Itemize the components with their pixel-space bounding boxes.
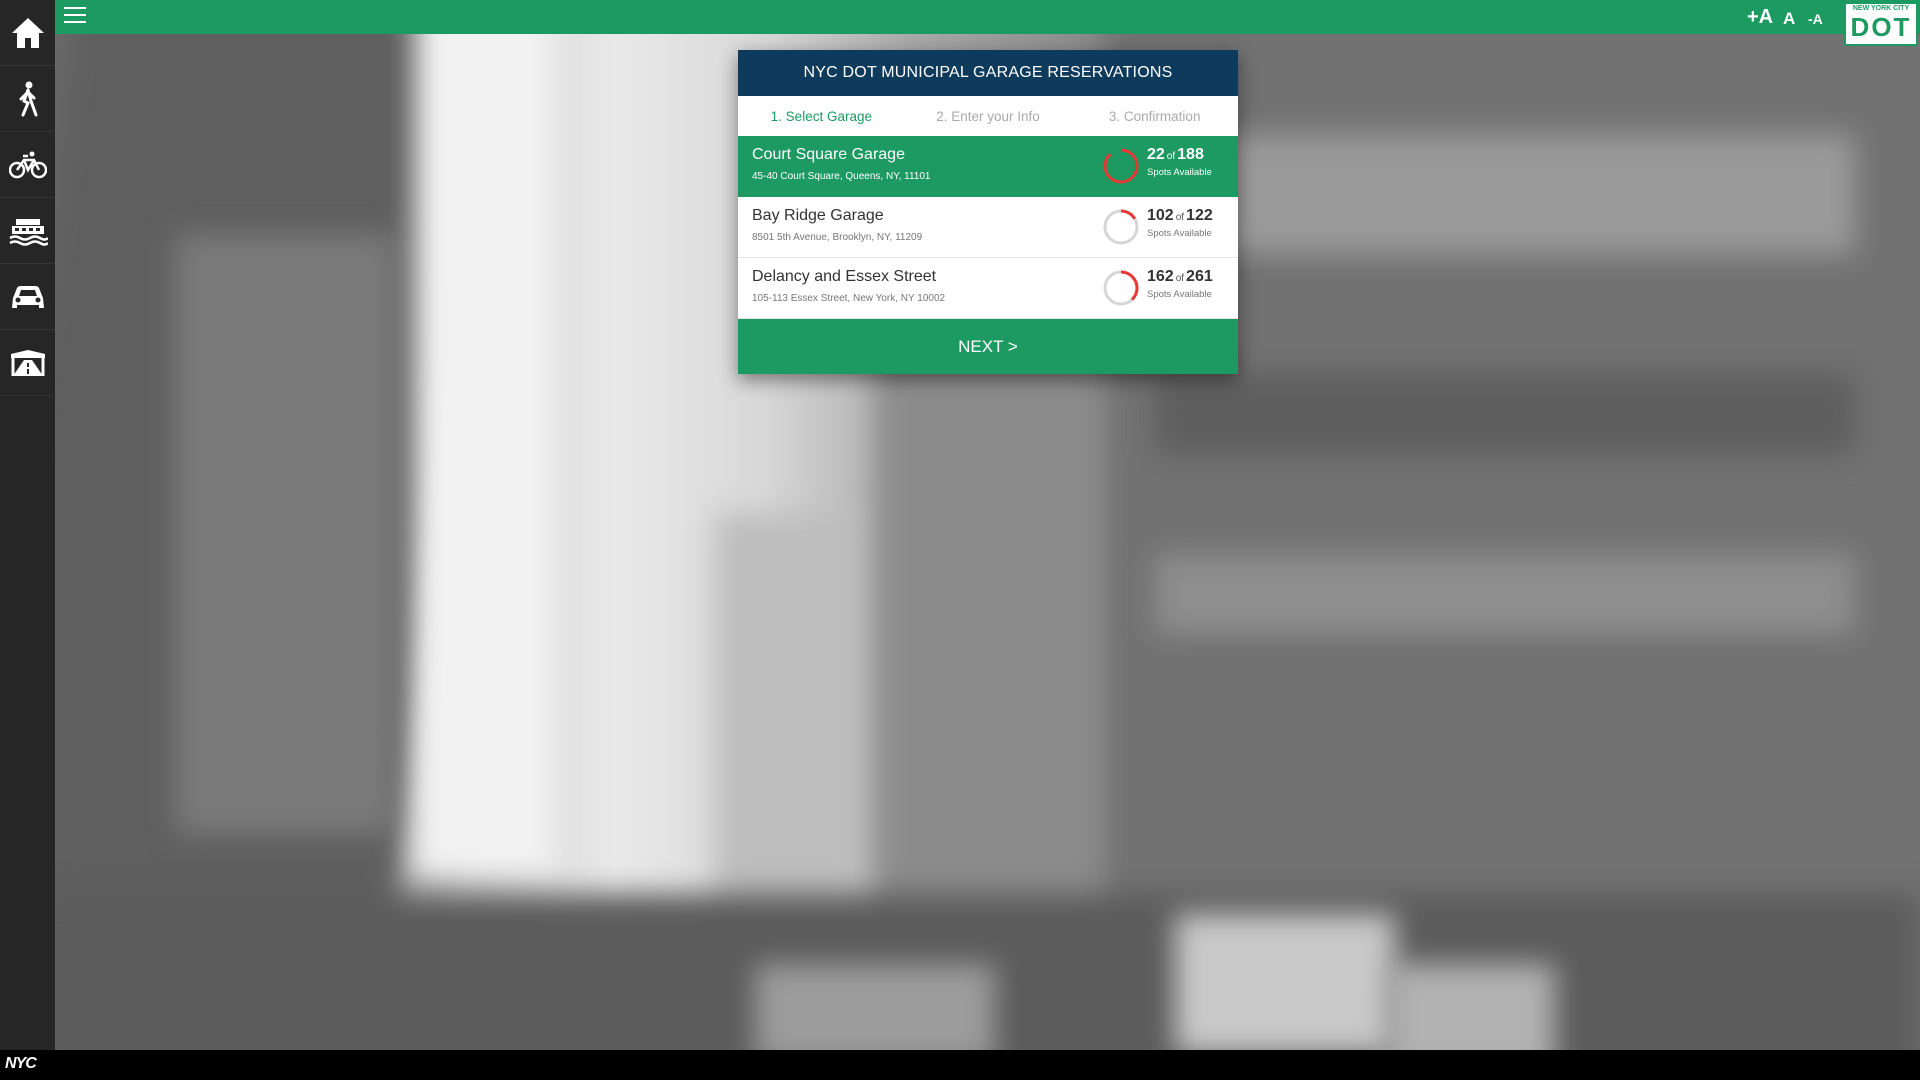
panel-title: NYC DOT MUNICIPAL GARAGE RESERVATIONS bbox=[738, 50, 1238, 96]
availability-counts: 22 of 188 Spots Available bbox=[1147, 146, 1212, 178]
availability-ring bbox=[1103, 270, 1139, 306]
sidebar-item-ferry[interactable] bbox=[0, 198, 55, 264]
garage-address: 8501 5th Avenue, Brooklyn, NY, 11209 bbox=[752, 232, 923, 243]
garage-address: 105-113 Essex Street, New York, NY 10002 bbox=[752, 293, 946, 304]
garage-row-delancy-essex[interactable]: Delancy and Essex Street 105-113 Essex S… bbox=[738, 258, 1238, 319]
availability-ring bbox=[1103, 148, 1139, 184]
of-label: of bbox=[1175, 212, 1185, 223]
spots-label: Spots Available bbox=[1147, 289, 1212, 300]
nyc-dot-logo[interactable]: NEW YORK CITY DOT bbox=[1844, 2, 1918, 46]
car-icon bbox=[11, 285, 44, 308]
ring-occupied-arc bbox=[1103, 148, 1139, 184]
spots-available: 22 bbox=[1147, 146, 1165, 163]
spots-label: Spots Available bbox=[1147, 228, 1212, 239]
logo-text: DOT bbox=[1850, 12, 1912, 42]
font-increase-button[interactable]: +A bbox=[1747, 6, 1773, 29]
spots-total: 122 bbox=[1186, 207, 1213, 224]
availability-ring bbox=[1103, 209, 1139, 245]
sidebar-item-home[interactable] bbox=[0, 0, 55, 66]
spots-total: 188 bbox=[1177, 146, 1204, 163]
spots-total: 261 bbox=[1186, 268, 1213, 285]
of-label: of bbox=[1175, 273, 1185, 284]
garage-name: Bay Ridge Garage bbox=[752, 207, 884, 224]
home-icon bbox=[11, 17, 44, 48]
step-indicator: 1. Select Garage 2. Enter your Info 3. C… bbox=[738, 96, 1238, 136]
availability-counts: 102 of 122 Spots Available bbox=[1147, 207, 1213, 239]
sidebar-item-bicycle[interactable] bbox=[0, 132, 55, 198]
pedestrian-icon bbox=[19, 81, 37, 116]
spots-available: 162 bbox=[1147, 268, 1174, 285]
garage-address: 45-40 Court Square, Queens, NY, 11101 bbox=[752, 171, 931, 182]
sidebar-item-car[interactable] bbox=[0, 264, 55, 330]
footer-bar: NYC bbox=[0, 1050, 1920, 1080]
garage-row-bay-ridge[interactable]: Bay Ridge Garage 8501 5th Avenue, Brookl… bbox=[738, 197, 1238, 258]
sidebar bbox=[0, 0, 55, 1050]
font-decrease-button[interactable]: -A bbox=[1808, 11, 1823, 27]
top-bar: +A A -A NEW YORK CITY DOT bbox=[0, 0, 1920, 46]
ferry-icon bbox=[8, 218, 48, 246]
spots-available: 102 bbox=[1147, 207, 1174, 224]
nyc-logo[interactable]: NYC bbox=[5, 1055, 37, 1073]
next-button[interactable]: NEXT > bbox=[738, 319, 1238, 374]
hamburger-icon[interactable] bbox=[64, 7, 86, 25]
reservation-panel: NYC DOT MUNICIPAL GARAGE RESERVATIONS 1.… bbox=[738, 50, 1238, 374]
bicycle-icon bbox=[8, 151, 47, 178]
of-label: of bbox=[1166, 151, 1176, 162]
bridge-icon bbox=[10, 349, 45, 376]
step-enter-info[interactable]: 2. Enter your Info bbox=[905, 109, 1072, 124]
garage-name: Delancy and Essex Street bbox=[752, 268, 937, 285]
garage-name: Court Square Garage bbox=[752, 146, 905, 163]
sidebar-item-pedestrian[interactable] bbox=[0, 66, 55, 132]
sidebar-item-bridge[interactable] bbox=[0, 330, 55, 396]
spots-label: Spots Available bbox=[1147, 167, 1212, 178]
step-select-garage[interactable]: 1. Select Garage bbox=[738, 109, 905, 124]
step-confirmation[interactable]: 3. Confirmation bbox=[1071, 109, 1238, 124]
font-default-button[interactable]: A bbox=[1783, 9, 1795, 29]
garage-row-court-square[interactable]: Court Square Garage 45-40 Court Square, … bbox=[738, 136, 1238, 197]
availability-counts: 162 of 261 Spots Available bbox=[1147, 268, 1213, 300]
